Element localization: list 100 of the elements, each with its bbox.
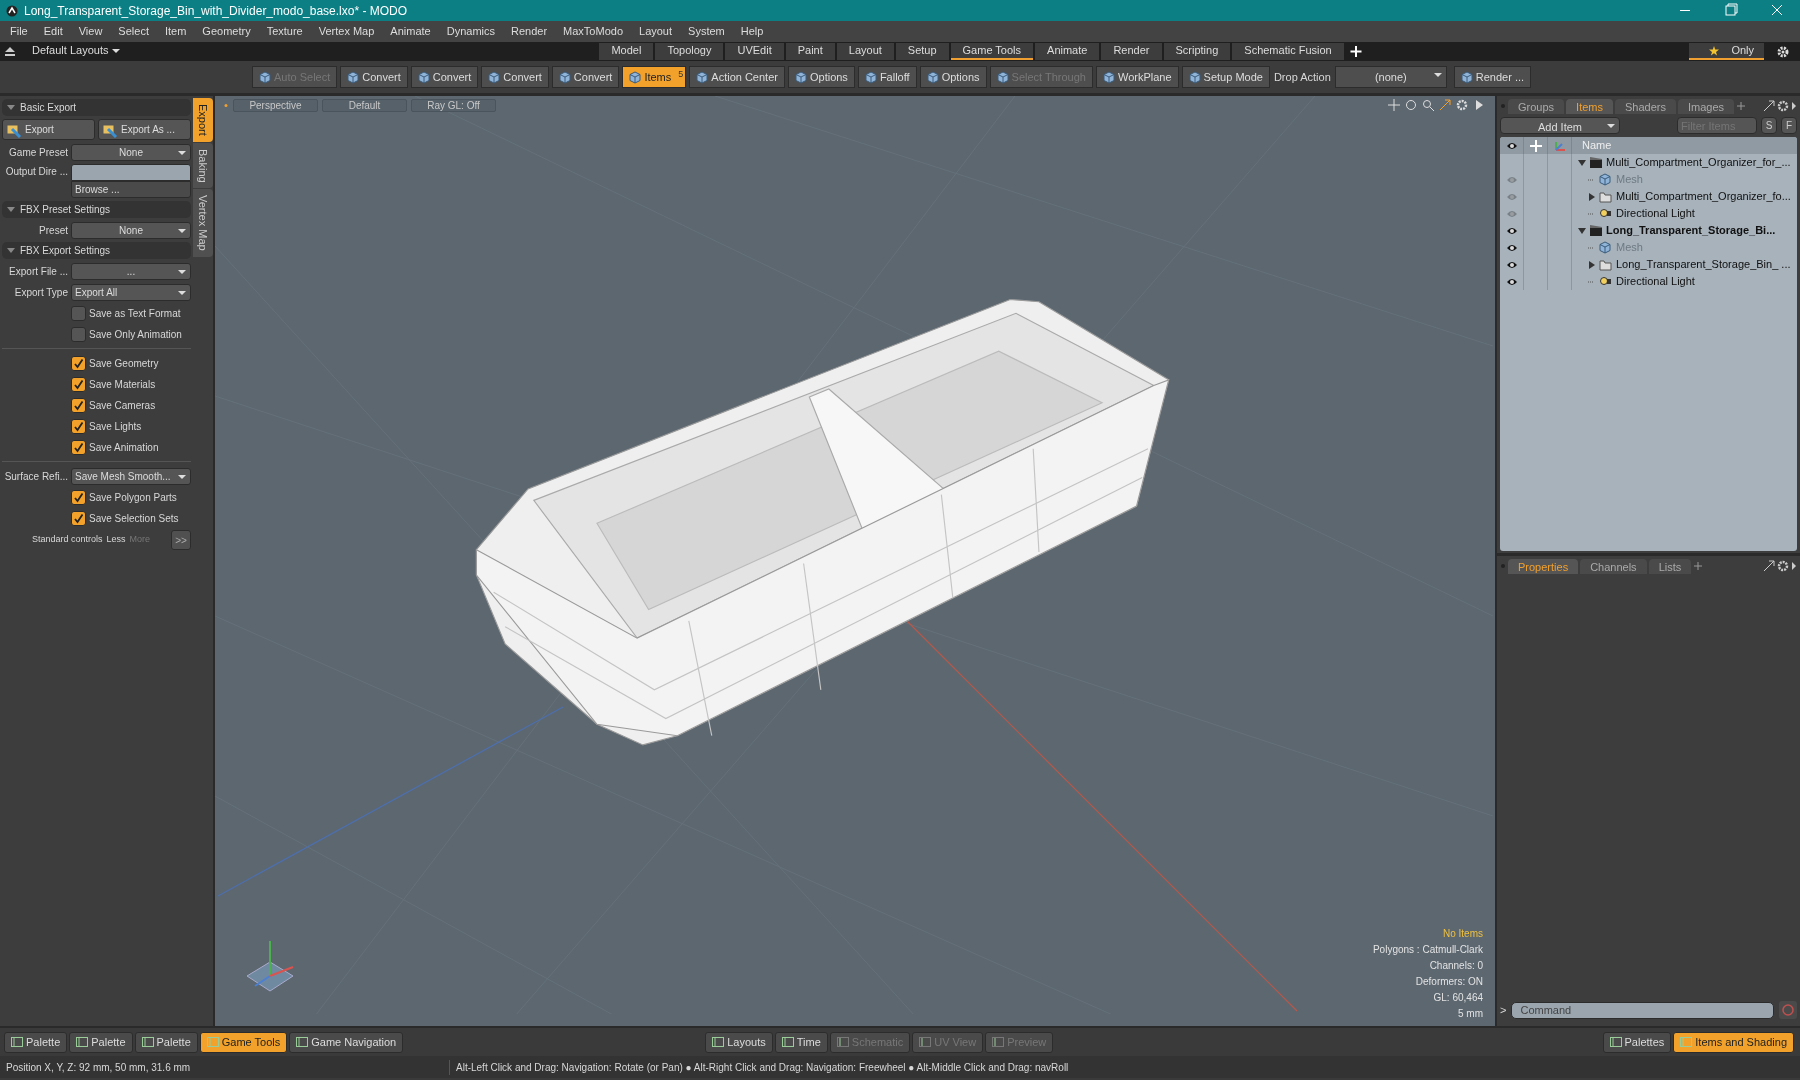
panel-tab[interactable]: Properties bbox=[1508, 558, 1579, 574]
checkbox[interactable] bbox=[71, 326, 86, 342]
toolbar-button[interactable]: Convert bbox=[410, 66, 479, 88]
toolbar-button[interactable]: Falloff bbox=[857, 66, 917, 88]
menu-item[interactable]: System bbox=[680, 23, 733, 40]
bottom-bar-button[interactable]: Palette bbox=[4, 1031, 68, 1053]
viewport-option[interactable]: Perspective bbox=[233, 99, 318, 112]
layout-tab[interactable]: UVEdit bbox=[725, 43, 784, 60]
item-name[interactable]: Directional Light bbox=[1616, 205, 1695, 222]
checkbox[interactable] bbox=[71, 510, 86, 526]
item-name[interactable]: Multi_Compartment_Organizer_for_... bbox=[1606, 154, 1791, 171]
panel-tab[interactable]: Channels bbox=[1580, 558, 1647, 574]
bottom-bar-button[interactable]: Game Navigation bbox=[289, 1031, 404, 1053]
checkbox[interactable] bbox=[71, 397, 86, 413]
layout-tab[interactable]: Game Tools bbox=[950, 43, 1034, 60]
menu-item[interactable]: MaxToModo bbox=[555, 23, 631, 40]
select-dropdown[interactable]: ... bbox=[71, 262, 191, 280]
only-button[interactable]: Only bbox=[1689, 43, 1764, 60]
menu-item[interactable]: Geometry bbox=[194, 23, 259, 40]
expand-arrow-icon[interactable] bbox=[1588, 192, 1596, 201]
layout-preset-dropdown[interactable]: Default Layouts bbox=[20, 43, 133, 60]
toolbar-button[interactable]: Convert bbox=[481, 66, 549, 88]
select-dropdown[interactable]: Save Mesh Smooth... bbox=[71, 467, 191, 485]
settings-icon[interactable] bbox=[1777, 100, 1789, 112]
layout-tab[interactable]: Setup bbox=[895, 43, 949, 60]
filter-toggle[interactable]: S bbox=[1761, 117, 1777, 134]
side-tab[interactable]: Baking bbox=[193, 142, 213, 189]
panel-tab[interactable]: Shaders bbox=[1615, 98, 1676, 114]
output-directory-field[interactable] bbox=[71, 164, 191, 181]
section-header[interactable]: Basic Export bbox=[2, 99, 191, 116]
checkbox[interactable] bbox=[71, 305, 86, 321]
layout-tab[interactable]: Scripting bbox=[1163, 43, 1231, 60]
item-name[interactable]: Directional Light bbox=[1616, 273, 1695, 290]
maximize-icon[interactable] bbox=[1763, 560, 1775, 572]
toolbar-button[interactable]: Convert bbox=[340, 66, 408, 88]
menu-item[interactable]: Item bbox=[156, 23, 195, 40]
layout-tab[interactable]: Animate bbox=[1035, 43, 1100, 60]
select-dropdown[interactable]: None bbox=[71, 221, 191, 239]
menu-item[interactable]: Select bbox=[110, 23, 157, 40]
bottom-bar-button[interactable]: Game Tools bbox=[199, 1031, 288, 1053]
item-name[interactable]: Long_Transparent_Storage_Bi... bbox=[1606, 222, 1776, 239]
add-item-dropdown[interactable]: Add Item bbox=[1500, 117, 1620, 134]
toolbar-button[interactable]: Convert bbox=[551, 66, 620, 88]
menu-item[interactable]: Edit bbox=[35, 23, 71, 40]
layout-tab[interactable]: Topology bbox=[655, 43, 724, 60]
plus-icon[interactable] bbox=[1529, 139, 1542, 152]
browse-button[interactable]: Browse ... bbox=[71, 181, 191, 198]
bottom-bar-button[interactable]: Time bbox=[774, 1031, 828, 1053]
menu-item[interactable]: Help bbox=[732, 23, 772, 40]
toolbar-button[interactable]: Options bbox=[787, 66, 855, 88]
viewport-option[interactable]: Ray GL: Off bbox=[411, 99, 496, 112]
section-header[interactable]: FBX Export Settings bbox=[2, 242, 191, 259]
toolbar-button[interactable]: Options bbox=[919, 66, 987, 88]
drop-action-dropdown[interactable]: (none) bbox=[1334, 66, 1447, 88]
command-field[interactable]: Command bbox=[1511, 1001, 1774, 1019]
less-link[interactable]: Less bbox=[106, 533, 126, 547]
search-icon[interactable] bbox=[1422, 99, 1434, 111]
toolbar-button[interactable]: Action Center bbox=[689, 66, 785, 88]
select-dropdown[interactable]: Export All bbox=[71, 283, 191, 301]
bottom-bar-button[interactable]: Items and Shading bbox=[1673, 1031, 1794, 1053]
bottom-bar-button[interactable]: Layouts bbox=[705, 1031, 773, 1053]
menu-item[interactable]: File bbox=[2, 23, 36, 40]
play-icon[interactable] bbox=[1473, 99, 1485, 111]
viewport-option[interactable]: Default bbox=[322, 99, 407, 112]
checkbox[interactable] bbox=[71, 439, 86, 455]
export-button[interactable]: Export bbox=[2, 119, 95, 140]
layout-tab[interactable]: Layout bbox=[836, 43, 894, 60]
item-name[interactable]: Long_Transparent_Storage_Bin_ ... bbox=[1616, 256, 1791, 273]
checkbox[interactable] bbox=[71, 355, 86, 371]
bottom-bar-button[interactable]: Palette bbox=[134, 1031, 198, 1053]
panel-arrow-icon[interactable] bbox=[1791, 100, 1797, 112]
panel-tab[interactable]: Lists bbox=[1648, 558, 1692, 574]
collapse-arrow-icon[interactable] bbox=[1578, 226, 1586, 235]
checkbox[interactable] bbox=[71, 376, 86, 392]
export-button[interactable]: Export As ... bbox=[98, 119, 191, 140]
filter-toggle[interactable]: F bbox=[1781, 117, 1797, 134]
menu-item[interactable]: Texture bbox=[258, 23, 311, 40]
toolbar-button[interactable]: WorkPlane bbox=[1095, 66, 1179, 88]
bottom-bar-button[interactable]: Palette bbox=[69, 1031, 133, 1053]
expand-arrow-icon[interactable] bbox=[1588, 260, 1596, 269]
move-icon[interactable] bbox=[1388, 99, 1400, 111]
toolbar-button[interactable]: Items 5 bbox=[622, 66, 687, 88]
item-name[interactable]: Multi_Compartment_Organizer_fo... bbox=[1616, 188, 1791, 205]
checkbox[interactable] bbox=[71, 489, 86, 505]
checkbox[interactable] bbox=[71, 418, 86, 434]
layout-tab[interactable]: Paint bbox=[785, 43, 835, 60]
bottom-bar-button[interactable]: Palettes bbox=[1602, 1031, 1672, 1053]
menu-item[interactable]: View bbox=[70, 23, 111, 40]
collapse-arrow-icon[interactable] bbox=[1578, 158, 1586, 167]
layout-tab[interactable]: Render bbox=[1101, 43, 1162, 60]
settings-icon[interactable] bbox=[1777, 560, 1789, 572]
toolbar-button[interactable]: Render ... bbox=[1453, 66, 1532, 88]
settings-icon[interactable] bbox=[1776, 44, 1790, 59]
layout-tab[interactable]: Model bbox=[599, 43, 654, 60]
select-dropdown[interactable]: None bbox=[71, 143, 191, 161]
expand-button[interactable]: >> bbox=[171, 530, 191, 550]
layout-tab[interactable]: Schematic Fusion bbox=[1232, 43, 1344, 60]
panel-tab[interactable]: Groups bbox=[1508, 98, 1565, 114]
side-tab[interactable]: Export bbox=[193, 98, 213, 142]
maximize-icon[interactable] bbox=[1763, 100, 1775, 112]
